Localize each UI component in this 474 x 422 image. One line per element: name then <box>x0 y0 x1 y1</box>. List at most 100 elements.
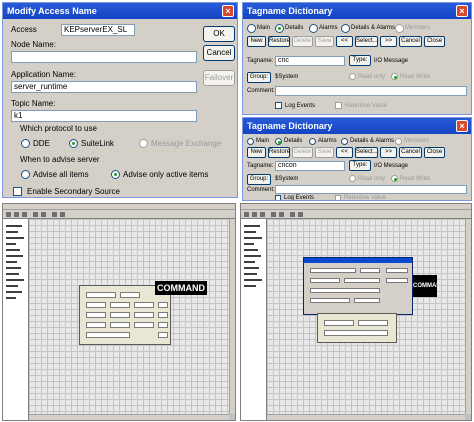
tree-item[interactable] <box>244 237 262 239</box>
application-explorer[interactable] <box>241 219 267 420</box>
vertical-scrollbar[interactable] <box>229 219 235 414</box>
access-name-field[interactable]: KEPserverEX_SL <box>61 24 135 36</box>
tree-item[interactable] <box>6 237 24 239</box>
restore-button[interactable]: Restore <box>268 36 290 47</box>
retentive-value-checkbox[interactable] <box>335 195 341 200</box>
message-exchange-radio[interactable] <box>139 139 148 148</box>
close-icon[interactable]: × <box>456 5 468 17</box>
ok-button[interactable]: OK <box>203 26 235 42</box>
tree-item[interactable] <box>244 255 261 257</box>
close-icon[interactable]: × <box>456 120 468 132</box>
previous-button[interactable]: << <box>336 147 353 158</box>
previous-button[interactable]: << <box>336 36 353 47</box>
tree-item[interactable] <box>6 297 16 299</box>
type-button[interactable]: Type: <box>349 55 371 66</box>
topic-name-field[interactable]: k1 <box>11 110 197 122</box>
read-write-radio[interactable] <box>391 73 398 80</box>
delete-button[interactable]: Delete <box>292 36 313 47</box>
toolbar-icon[interactable] <box>260 212 265 217</box>
log-events-checkbox[interactable] <box>275 195 281 200</box>
toolbar-icon[interactable] <box>14 212 19 217</box>
advise-all-items-radio[interactable] <box>21 170 30 179</box>
application-explorer[interactable] <box>3 219 29 420</box>
tree-item[interactable] <box>244 225 260 227</box>
toolbar-icon[interactable] <box>22 212 27 217</box>
suitelink-radio[interactable] <box>69 139 78 148</box>
mode-main-radio[interactable] <box>247 24 256 33</box>
horizontal-scrollbar[interactable] <box>267 414 465 420</box>
mode-members-radio[interactable] <box>395 24 404 33</box>
log-events-checkbox[interactable] <box>275 102 282 109</box>
tree-item[interactable] <box>6 255 23 257</box>
delete-button[interactable]: Delete <box>292 147 313 158</box>
horizontal-scrollbar[interactable] <box>29 414 229 420</box>
toolbar-icon[interactable] <box>33 212 38 217</box>
retentive-value-checkbox[interactable] <box>335 102 342 109</box>
tree-item[interactable] <box>244 273 257 275</box>
next-button[interactable]: >> <box>380 36 397 47</box>
mode-main-radio[interactable] <box>247 138 254 145</box>
tree-item[interactable] <box>244 267 259 269</box>
vertical-scrollbar[interactable] <box>465 219 471 414</box>
tree-item[interactable] <box>244 243 254 245</box>
new-button[interactable]: New <box>247 147 266 158</box>
tree-item[interactable] <box>6 249 20 251</box>
toolbar-icon[interactable] <box>60 212 65 217</box>
tree-item[interactable] <box>244 231 256 233</box>
select-button[interactable]: Select... <box>355 36 378 47</box>
group-button[interactable]: Group: <box>247 174 271 185</box>
secondary-source-checkbox[interactable] <box>13 187 22 196</box>
mode-alarms-radio[interactable] <box>309 138 316 145</box>
mode-members-radio[interactable] <box>395 138 402 145</box>
read-write-radio[interactable] <box>391 175 398 182</box>
mode-details-radio[interactable] <box>275 138 282 145</box>
design-canvas[interactable]: COMMAND <box>29 219 229 414</box>
cancel-button[interactable]: Cancel <box>399 36 422 47</box>
group-button[interactable]: Group: <box>247 72 271 83</box>
tree-item[interactable] <box>6 273 19 275</box>
close-icon[interactable]: × <box>222 5 234 17</box>
tree-item[interactable] <box>6 225 22 227</box>
toolbar-icon[interactable] <box>298 212 303 217</box>
close-button[interactable]: Close <box>424 147 445 158</box>
mode-details-alarms-radio[interactable] <box>341 138 348 145</box>
tree-item[interactable] <box>244 249 258 251</box>
tree-item[interactable] <box>6 267 21 269</box>
read-only-radio[interactable] <box>349 73 356 80</box>
toolbar-icon[interactable] <box>41 212 46 217</box>
tree-item[interactable] <box>6 285 18 287</box>
toolbar-icon[interactable] <box>6 212 11 217</box>
toolbar-icon[interactable] <box>279 212 284 217</box>
toolbar-icon[interactable] <box>52 212 57 217</box>
design-canvas[interactable]: COMMAND <box>267 219 465 414</box>
application-name-field[interactable]: server_runtime <box>11 81 197 93</box>
cancel-button[interactable]: Cancel <box>399 147 422 158</box>
cancel-button[interactable]: Cancel <box>203 45 235 61</box>
tree-item[interactable] <box>6 261 17 263</box>
tree-item[interactable] <box>6 291 22 293</box>
comment-field[interactable] <box>275 86 467 96</box>
select-button[interactable]: Select... <box>355 147 378 158</box>
save-button[interactable]: Save <box>315 36 334 47</box>
tree-item[interactable] <box>244 285 256 287</box>
failover-button[interactable]: Failover <box>203 70 235 86</box>
comment-field[interactable] <box>275 185 467 194</box>
tagname-field[interactable]: cncon <box>275 161 345 171</box>
tagname-field[interactable]: cnc <box>275 56 345 66</box>
next-button[interactable]: >> <box>380 147 397 158</box>
toolbar-icon[interactable] <box>290 212 295 217</box>
restore-button[interactable]: Restore <box>268 147 290 158</box>
type-button[interactable]: Type: <box>349 160 371 171</box>
animation-links-dialog[interactable] <box>303 257 413 315</box>
toolbar-icon[interactable] <box>244 212 249 217</box>
tree-item[interactable] <box>244 261 255 263</box>
tree-item[interactable] <box>6 279 24 281</box>
new-button[interactable]: New <box>247 36 266 47</box>
close-button[interactable]: Close <box>424 36 445 47</box>
read-only-radio[interactable] <box>349 175 356 182</box>
save-button[interactable]: Save <box>315 147 334 158</box>
tree-item[interactable] <box>6 243 16 245</box>
tree-item[interactable] <box>6 231 18 233</box>
node-name-field[interactable] <box>11 51 197 63</box>
tree-item[interactable] <box>244 279 262 281</box>
